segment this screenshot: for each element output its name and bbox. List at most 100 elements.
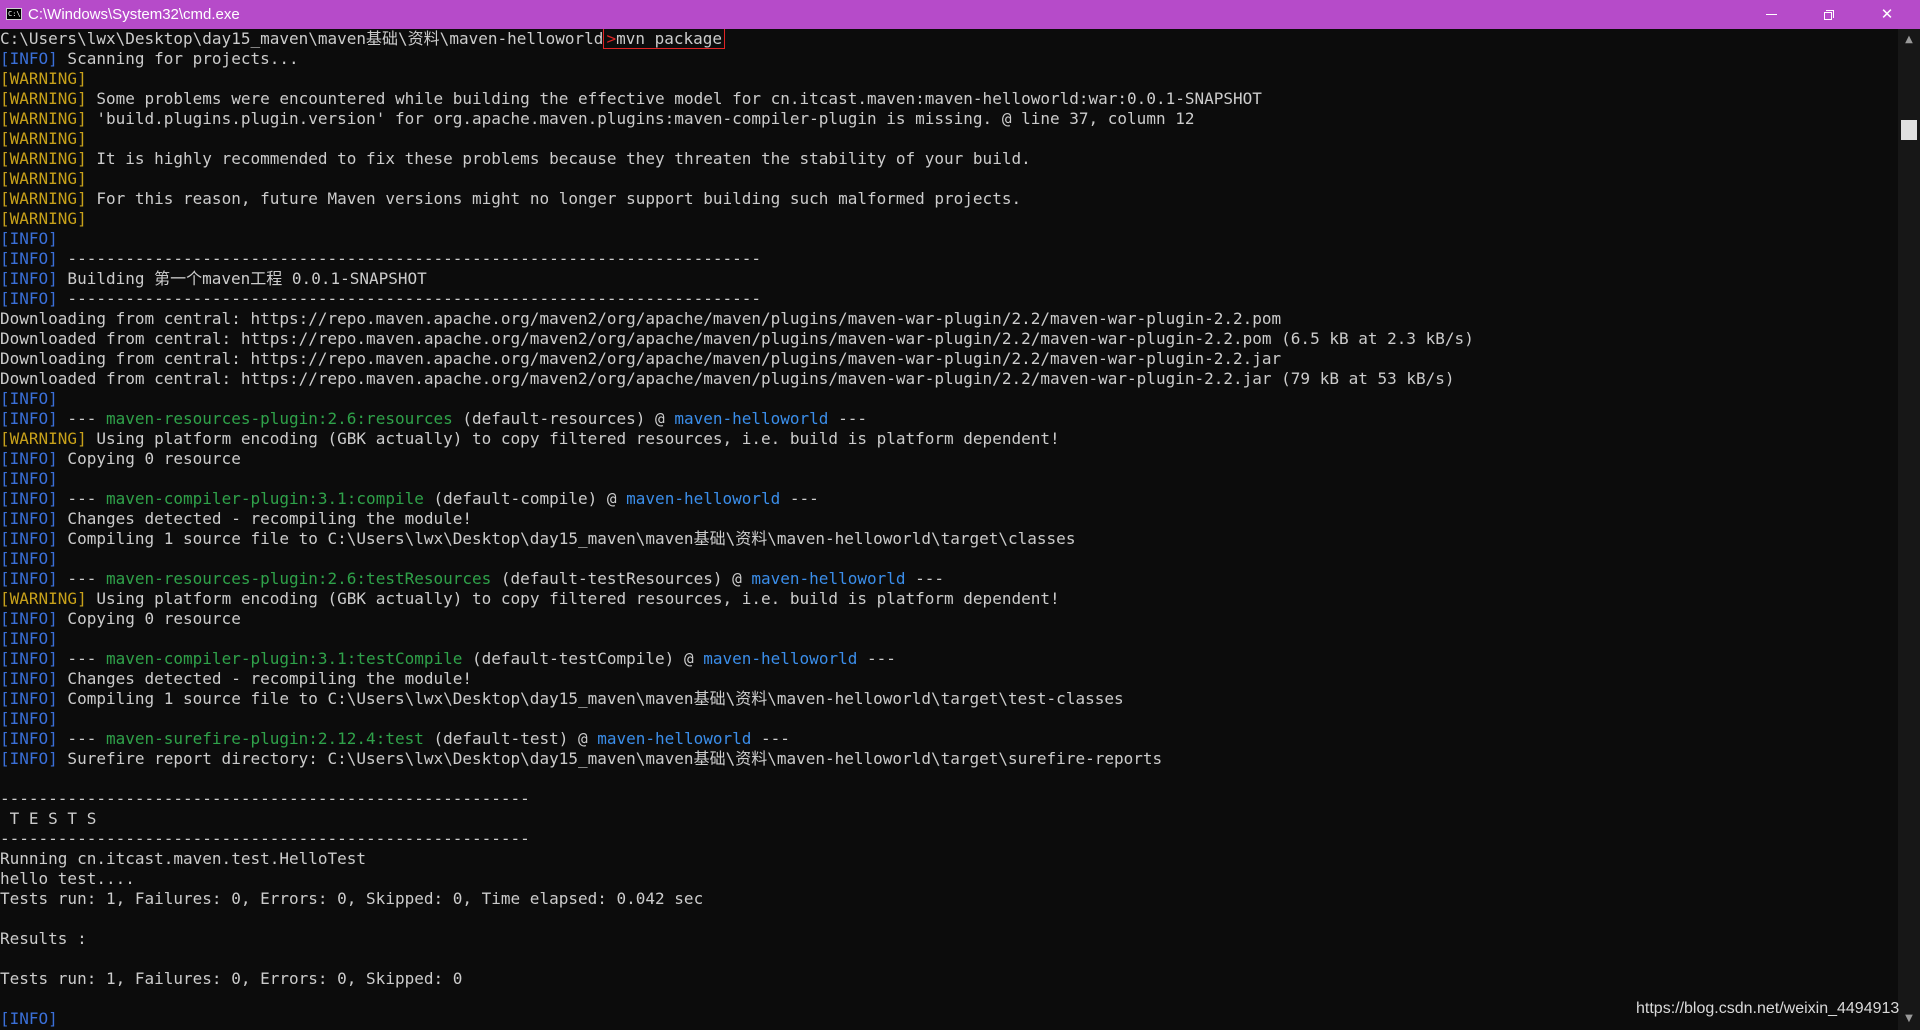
console-line: [INFO] ---------------------------------… (0, 289, 1898, 309)
warning-tag: [WARNING] (0, 429, 87, 448)
vertical-scrollbar[interactable]: ▲ ▼ (1898, 29, 1920, 1030)
line-text: Tests run: 1, Failures: 0, Errors: 0, Sk… (0, 969, 463, 988)
info-tag: [INFO] (0, 229, 58, 248)
line-text: Running cn.itcast.maven.test.HelloTest (0, 849, 367, 868)
line-text: Downloading from central: https://repo.m… (0, 309, 1282, 328)
prompt-path: C:\Users\lwx\Desktop\day15_maven\maven基础… (0, 29, 604, 48)
execution-id: (default-testCompile) @ (462, 649, 704, 668)
console-line: [WARNING] Using platform encoding (GBK a… (0, 429, 1898, 449)
scroll-up-arrow-icon[interactable]: ▲ (1898, 31, 1920, 49)
warning-tag: [WARNING] (0, 129, 87, 148)
watermark-text: https://blog.csdn.net/weixin_4494913 (1636, 1000, 1900, 1017)
warning-tag: [WARNING] (0, 189, 87, 208)
console-line: [INFO] --- maven-surefire-plugin:2.12.4:… (0, 729, 1898, 749)
execution-id: (default-testResources) @ (491, 569, 752, 588)
window-title: C:\Windows\System32\cmd.exe (28, 6, 240, 23)
line-text: ----------------------------------------… (0, 829, 530, 848)
console-line: Results : (0, 929, 1898, 949)
close-icon: ✕ (1880, 5, 1894, 23)
minimize-button[interactable] (1742, 0, 1800, 29)
console-line: [INFO] (0, 1009, 1898, 1029)
console-line: [INFO] --- maven-resources-plugin:2.6:te… (0, 569, 1898, 589)
artifact-name: maven-helloworld (597, 729, 752, 748)
line-text: 'build.plugins.plugin.version' for org.a… (86, 109, 1195, 128)
cmd-app-icon: C:\ (6, 8, 22, 20)
console-line: [INFO] Compiling 1 source file to C:\Use… (0, 689, 1898, 709)
command-text: mvn package (616, 29, 723, 48)
console-line: [WARNING] (0, 69, 1898, 89)
console-line: [INFO] Copying 0 resource (0, 609, 1898, 629)
scroll-thumb[interactable] (1901, 120, 1917, 140)
info-tag: [INFO] (0, 249, 58, 268)
info-tag: [INFO] (0, 529, 58, 548)
warning-tag: [WARNING] (0, 149, 87, 168)
close-button[interactable]: ✕ (1858, 0, 1916, 29)
info-tag: [INFO] (0, 549, 58, 568)
line-prefix: --- (57, 569, 106, 588)
console-line: Downloaded from central: https://repo.ma… (0, 329, 1898, 349)
console-line: Tests run: 1, Failures: 0, Errors: 0, Sk… (0, 889, 1898, 909)
console-line: hello test.... (0, 869, 1898, 889)
line-text: Changes detected - recompiling the modul… (57, 669, 473, 688)
artifact-name: maven-helloworld (703, 649, 858, 668)
plugin-goal: maven-compiler-plugin:3.1:testCompile (105, 649, 463, 668)
console-line: [WARNING] Using platform encoding (GBK a… (0, 589, 1898, 609)
line-text: Scanning for projects... (57, 49, 299, 68)
console-line: [INFO] Surefire report directory: C:\Use… (0, 749, 1898, 769)
plugin-goal: maven-surefire-plugin:2.12.4:test (105, 729, 424, 748)
info-tag: [INFO] (0, 649, 58, 668)
info-tag: [INFO] (0, 669, 58, 688)
line-text: ----------------------------------------… (57, 289, 761, 308)
line-text: Building 第一个maven工程 0.0.1-SNAPSHOT (57, 269, 427, 288)
line-text: Results : (0, 929, 87, 948)
line-prefix: --- (57, 729, 106, 748)
console-line: [INFO] (0, 549, 1898, 569)
console-line: [WARNING] Some problems were encountered… (0, 89, 1898, 109)
line-suffix: --- (905, 569, 945, 588)
artifact-name: maven-helloworld (626, 489, 781, 508)
artifact-name: maven-helloworld (674, 409, 829, 428)
info-tag: [INFO] (0, 1009, 58, 1028)
line-text: Using platform encoding (GBK actually) t… (86, 429, 1060, 448)
info-tag: [INFO] (0, 729, 58, 748)
info-tag: [INFO] (0, 609, 58, 628)
info-tag: [INFO] (0, 489, 58, 508)
console-line: [INFO] (0, 629, 1898, 649)
console-line: ----------------------------------------… (0, 789, 1898, 809)
info-tag: [INFO] (0, 469, 58, 488)
console-line: T E S T S (0, 809, 1898, 829)
line-text: Copying 0 resource (57, 449, 241, 468)
execution-id: (default-test) @ (423, 729, 598, 748)
console-line: [INFO] Scanning for projects... (0, 49, 1898, 69)
console-line: Downloading from central: https://repo.m… (0, 349, 1898, 369)
minimize-icon (1765, 14, 1777, 15)
info-tag: [INFO] (0, 629, 58, 648)
line-text: hello test.... (0, 869, 135, 888)
info-tag: [INFO] (0, 409, 58, 428)
line-prefix: --- (57, 409, 106, 428)
plugin-goal: maven-resources-plugin:2.6:resources (105, 409, 453, 428)
console-line: Running cn.itcast.maven.test.HelloTest (0, 849, 1898, 869)
execution-id: (default-compile) @ (423, 489, 627, 508)
line-prefix: --- (57, 489, 106, 508)
console-output[interactable]: C:\Users\lwx\Desktop\day15_maven\maven基础… (0, 29, 1898, 1030)
line-text: Tests run: 1, Failures: 0, Errors: 0, Sk… (0, 889, 704, 908)
warning-tag: [WARNING] (0, 109, 87, 128)
console-line: [INFO] ---------------------------------… (0, 249, 1898, 269)
console-line: [INFO] Changes detected - recompiling th… (0, 509, 1898, 529)
title-bar[interactable]: C:\ C:\Windows\System32\cmd.exe ✕ (0, 0, 1920, 29)
restore-button[interactable] (1800, 0, 1858, 29)
line-text: ----------------------------------------… (57, 249, 761, 268)
plugin-goal: maven-resources-plugin:2.6:testResources (105, 569, 492, 588)
console-line: [INFO] (0, 229, 1898, 249)
scroll-down-arrow-icon[interactable]: ▼ (1898, 1010, 1920, 1028)
command-highlight: >mvn package (603, 29, 726, 49)
console-line: [WARNING] For this reason, future Maven … (0, 189, 1898, 209)
line-suffix: --- (828, 409, 867, 428)
console-line: [WARNING] (0, 129, 1898, 149)
console-line: Tests run: 1, Failures: 0, Errors: 0, Sk… (0, 969, 1898, 989)
